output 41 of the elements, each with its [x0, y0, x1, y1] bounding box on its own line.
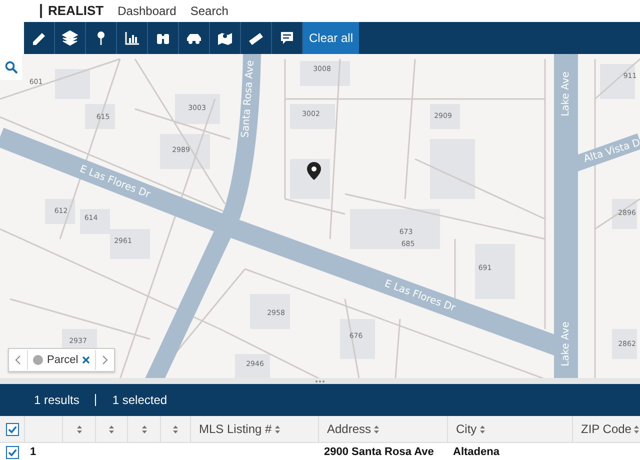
nav-link[interactable]: Search	[190, 4, 228, 18]
address-cell-text: 2900 Santa Rosa Ave	[323, 445, 435, 460]
checkbox[interactable]	[6, 446, 18, 458]
checkbox[interactable]	[6, 422, 18, 436]
clear-all-button[interactable]: Clear all	[303, 22, 360, 54]
column-header[interactable]: City	[456, 422, 477, 436]
search-icon	[4, 60, 18, 74]
chart-icon	[123, 29, 141, 47]
column-header[interactable]: ZIP Code	[581, 422, 632, 436]
column-header[interactable]: MLS Listing #	[199, 422, 272, 436]
comment-icon	[278, 29, 296, 47]
street-label: Santa Rosa Ave	[240, 60, 256, 138]
results-count: 1 results	[34, 393, 80, 407]
search-button[interactable]	[0, 54, 22, 80]
sort-icon[interactable]	[480, 424, 485, 434]
map-pin-icon[interactable]	[307, 162, 321, 180]
chevron-left-icon	[15, 355, 21, 365]
sort-icon[interactable]	[142, 424, 146, 434]
sort-icon[interactable]	[109, 424, 114, 434]
sort-icon[interactable]	[374, 424, 380, 434]
sort-icon[interactable]	[634, 424, 640, 434]
layers-icon	[61, 29, 79, 47]
sort-icon[interactable]	[274, 424, 280, 434]
street-label: E Las Flores Dr	[383, 278, 457, 314]
sort-icon[interactable]	[76, 424, 82, 434]
street-label: Lake Ave	[560, 322, 572, 366]
close-icon[interactable]	[82, 356, 90, 364]
street-label: Lake Ave	[560, 72, 572, 116]
row-number: 1	[29, 445, 38, 460]
nav-link[interactable]: Dashboard	[118, 4, 176, 18]
selected-count: 1 selected	[112, 393, 168, 407]
sort-icon[interactable]	[173, 424, 178, 434]
resize-handle-icon[interactable]	[315, 380, 325, 382]
street-label: Alta Vista D	[582, 137, 640, 166]
brand-name: REALIST	[40, 4, 104, 18]
layer-label: Parcel	[47, 354, 78, 366]
column-header[interactable]: Address	[327, 422, 372, 436]
city-cell-text: Altadena	[452, 445, 500, 460]
street-label: E Las Flores Dr	[78, 164, 152, 201]
chevron-right-icon	[102, 355, 108, 365]
layer-dot-icon	[33, 355, 43, 365]
